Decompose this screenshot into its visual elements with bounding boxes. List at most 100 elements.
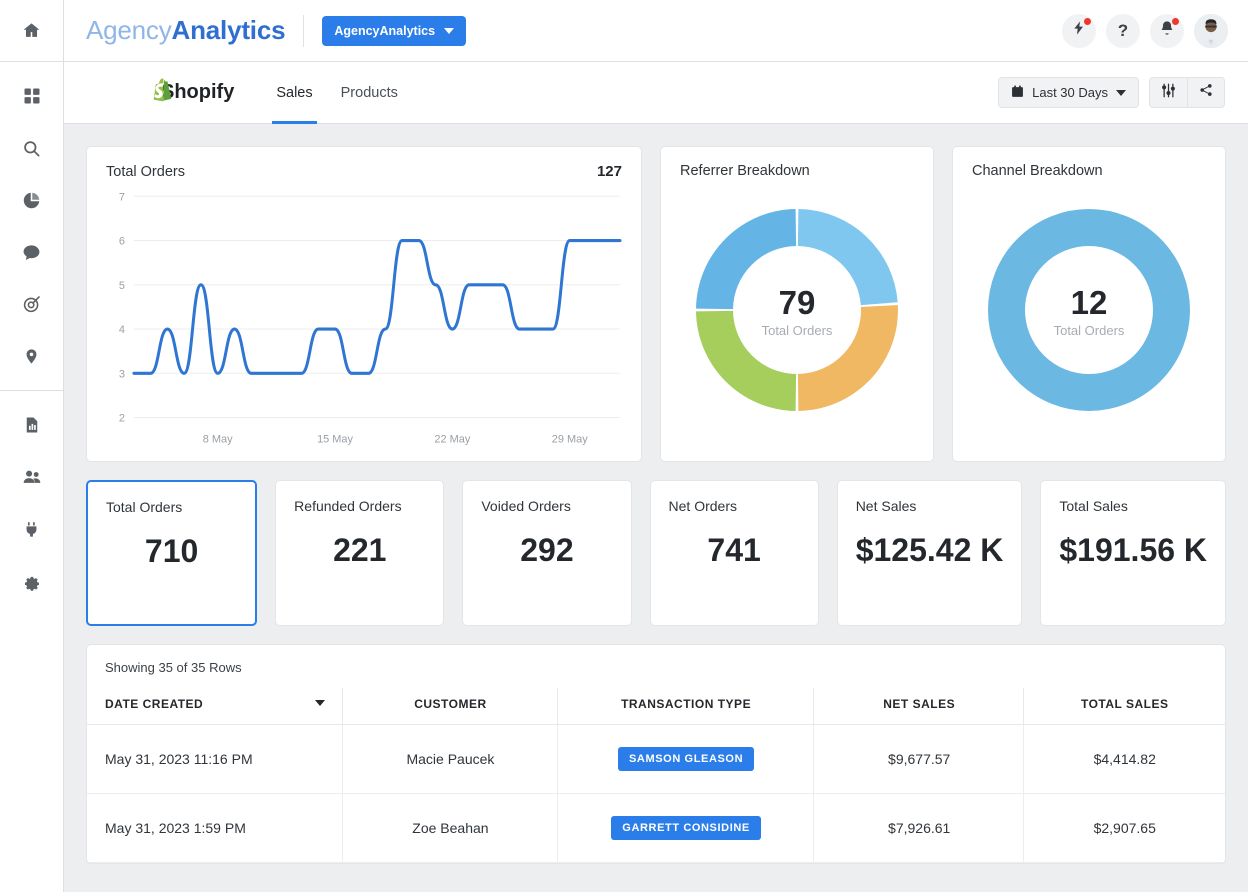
referrer-donut-svg [693, 206, 901, 414]
help-button[interactable]: ? [1106, 14, 1140, 48]
donut-segment[interactable] [798, 209, 898, 305]
cell-net: $7,926.61 [814, 794, 1025, 863]
kpi-value: 710 [106, 533, 237, 570]
integration-tabs: Sales Products [262, 62, 412, 124]
y-axis-tick-label: 3 [119, 368, 125, 380]
plug-icon [23, 521, 40, 538]
account-switcher-label: AgencyAnalytics [334, 24, 435, 38]
sidebar-item-search[interactable] [0, 122, 64, 174]
donut-segment[interactable] [798, 305, 898, 411]
column-label: CUSTOMER [414, 697, 486, 711]
kpi-label: Voided Orders [481, 498, 612, 514]
donut-segment[interactable] [696, 310, 796, 410]
tab-sales[interactable]: Sales [262, 62, 326, 124]
y-axis-tick-label: 2 [119, 412, 125, 424]
kpi-row: Total Orders710Refunded Orders221Voided … [86, 480, 1226, 626]
date-range-picker[interactable]: Last 30 Days [998, 77, 1139, 108]
kpi-card-refunded-orders[interactable]: Refunded Orders221 [275, 480, 444, 626]
x-axis-tick-label: 22 May [434, 433, 470, 445]
account-switcher-button[interactable]: AgencyAnalytics [322, 16, 466, 46]
kpi-card-net-orders[interactable]: Net Orders741 [650, 480, 819, 626]
sidebar-item-report-file[interactable] [0, 399, 64, 451]
gear-icon [22, 572, 41, 591]
cell-date: May 31, 2023 1:59 PM [87, 794, 343, 863]
whats-new-button[interactable] [1062, 14, 1096, 48]
filter-button[interactable] [1150, 78, 1187, 107]
donut-segment[interactable] [696, 209, 796, 309]
x-axis-tick-label: 8 May [203, 433, 233, 445]
charts-row: Total Orders 127 2345678 May15 May22 May… [86, 146, 1226, 462]
top-actions: ? [1062, 14, 1228, 48]
x-axis-tick-label: 29 May [552, 433, 588, 445]
channel-donut-holder: 12 Total Orders [985, 206, 1193, 419]
help-icon: ? [1118, 21, 1128, 41]
kpi-value: 292 [481, 532, 612, 569]
cell-date: May 31, 2023 11:16 PM [87, 725, 343, 794]
sidebar-item-chat[interactable] [0, 226, 64, 278]
share-button[interactable] [1187, 78, 1224, 107]
left-sidebar [0, 0, 64, 892]
table-row[interactable]: May 31, 2023 11:16 PMMacie PaucekSAMSON … [87, 725, 1225, 794]
column-header-net-sales[interactable]: NET SALES [814, 688, 1025, 725]
transactions-table: DATE CREATED CUSTOMER TRANSACTION TYPE [87, 688, 1225, 863]
donut-segment[interactable] [1007, 227, 1172, 392]
column-header-customer[interactable]: CUSTOMER [343, 688, 559, 725]
sliders-icon [1161, 83, 1176, 103]
table-row[interactable]: May 31, 2023 1:59 PMZoe BeahanGARRETT CO… [87, 794, 1225, 863]
cell-cust: Zoe Beahan [343, 794, 559, 863]
kpi-value: 741 [669, 532, 800, 569]
referrer-donut-holder: 79 Total Orders [693, 206, 901, 419]
dashboard-content: Total Orders 127 2345678 May15 May22 May… [64, 124, 1248, 892]
kpi-card-net-sales[interactable]: Net Sales$125.42 K [837, 480, 1023, 626]
notifications-button[interactable] [1150, 14, 1184, 48]
location-pin-icon [23, 348, 40, 365]
app-root: AgencyAnalytics AgencyAnalytics ? [0, 0, 1248, 892]
table-body: May 31, 2023 11:16 PMMacie PaucekSAMSON … [87, 725, 1225, 863]
sort-descending-icon[interactable] [315, 700, 325, 706]
column-label: TOTAL SALES [1081, 697, 1169, 711]
sidebar-item-integrations[interactable] [0, 503, 64, 555]
notification-dot [1171, 17, 1180, 26]
kpi-label: Total Orders [106, 499, 237, 515]
kpi-label: Total Sales [1059, 498, 1207, 514]
kpi-label: Net Sales [856, 498, 1004, 514]
sidebar-item-users[interactable] [0, 451, 64, 503]
y-axis-tick-label: 7 [119, 191, 125, 203]
main-area: AgencyAnalytics AgencyAnalytics ? [64, 0, 1248, 892]
calendar-icon [1011, 85, 1024, 101]
sidebar-primary-group [0, 62, 64, 390]
line-chart: 2345678 May15 May22 May29 May [106, 190, 622, 453]
tab-products[interactable]: Products [327, 62, 412, 124]
kpi-card-voided-orders[interactable]: Voided Orders 292 [462, 480, 631, 626]
dashboard-grid-icon [23, 87, 41, 105]
users-icon [22, 467, 42, 487]
avatar[interactable] [1194, 14, 1228, 48]
table-row-count: Showing 35 of 35 Rows [87, 645, 1225, 688]
referrer-chart-title: Referrer Breakdown [680, 163, 914, 179]
column-header-date-created[interactable]: DATE CREATED [87, 688, 343, 725]
cell-total: $4,414.82 [1024, 725, 1225, 794]
total-orders-chart-card: Total Orders 127 2345678 May15 May22 May… [86, 146, 642, 462]
kpi-card-total-sales[interactable]: Total Sales$191.56 K [1040, 480, 1226, 626]
y-axis-tick-label: 6 [119, 235, 125, 247]
column-header-total-sales[interactable]: TOTAL SALES [1024, 688, 1225, 725]
channel-chart-title: Channel Breakdown [972, 163, 1206, 179]
sidebar-item-settings[interactable] [0, 555, 64, 607]
sidebar-item-dashboard[interactable] [0, 70, 64, 122]
pie-chart-icon [22, 191, 41, 210]
sidebar-item-goals[interactable] [0, 278, 64, 330]
table-head: DATE CREATED CUSTOMER TRANSACTION TYPE [87, 688, 1225, 725]
sidebar-item-reports[interactable] [0, 174, 64, 226]
chevron-down-icon [444, 28, 454, 34]
channel-donut-svg [985, 206, 1193, 414]
x-axis-tick-label: 15 May [317, 433, 353, 445]
sidebar-item-location[interactable] [0, 330, 64, 382]
column-label: TRANSACTION TYPE [621, 697, 751, 711]
sidebar-item-home[interactable] [0, 0, 64, 62]
app-logo[interactable]: AgencyAnalytics [86, 15, 285, 46]
home-icon [22, 21, 41, 40]
column-label: NET SALES [883, 697, 955, 711]
search-icon [22, 139, 41, 158]
kpi-card-total-orders[interactable]: Total Orders 710 [86, 480, 257, 626]
column-header-transaction-type[interactable]: TRANSACTION TYPE [558, 688, 814, 725]
